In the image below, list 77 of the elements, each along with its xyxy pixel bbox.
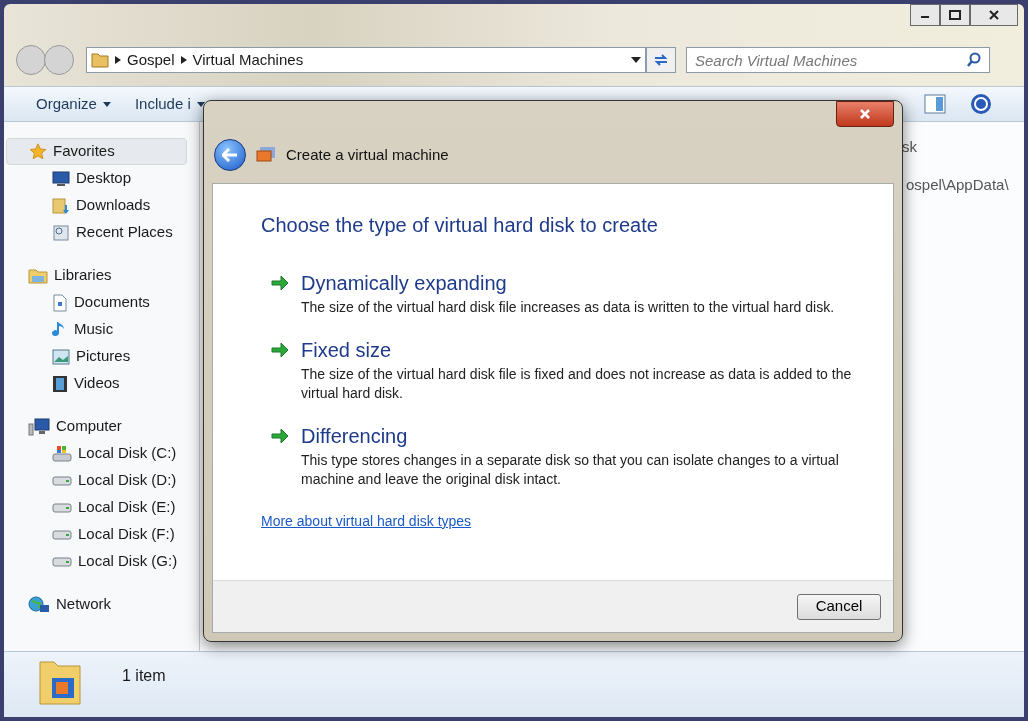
nav-item[interactable]: Recent Places — [16, 219, 187, 246]
nav-item[interactable]: Local Disk (D:) — [16, 467, 187, 494]
maximize-button[interactable] — [940, 4, 970, 26]
nav-item[interactable]: Documents — [16, 289, 187, 316]
globe-icon — [28, 595, 50, 614]
refresh-icon — [653, 53, 669, 67]
arrow-right-icon — [271, 342, 289, 358]
folder-icon — [28, 266, 48, 285]
caret-icon — [102, 101, 111, 107]
search-field[interactable]: Search Virtual Machines — [686, 47, 990, 73]
nav-group-item[interactable]: Computer — [6, 413, 187, 440]
toolbar-button[interactable]: Include i — [134, 92, 205, 116]
option-title: Fixed size — [301, 338, 393, 363]
nav-item[interactable]: Pictures — [16, 343, 187, 370]
drive-icon — [52, 501, 72, 514]
nav-item[interactable]: Local Disk (C:) — [16, 440, 187, 467]
picture-icon — [52, 348, 70, 365]
folder-icon — [38, 658, 82, 708]
preview-pane-icon — [924, 94, 946, 114]
address-bar[interactable]: Gospel Virtual Machines — [86, 47, 646, 73]
back-arrow-icon — [222, 148, 238, 162]
arrow-right-icon — [271, 275, 289, 291]
star-icon — [29, 142, 47, 161]
dropdown-icon — [631, 57, 641, 63]
drive-icon — [52, 555, 72, 568]
page-heading: Choose the type of virtual hard disk to create — [261, 213, 659, 238]
nav-item[interactable]: Local Disk (E:) — [16, 494, 187, 521]
file-path: ospel\AppData\ — [906, 175, 1009, 195]
nav-item[interactable]: Desktop — [16, 165, 187, 192]
toolbar-button[interactable]: Organize — [36, 92, 111, 116]
close-icon — [988, 9, 1000, 21]
breadcrumb[interactable]: Virtual Machines — [192, 48, 304, 72]
search-icon — [966, 52, 982, 68]
drive-icon — [52, 474, 72, 487]
nav-item[interactable]: Downloads — [16, 192, 187, 219]
chevron-right-icon — [180, 56, 187, 64]
option-link[interactable]: Differencing This type stores changes in a separate disk so that you can isolate changes to a virtual machine and leave the original disk intact. — [271, 421, 845, 489]
chevron-right-icon — [115, 56, 121, 64]
nav-item[interactable]: Music — [16, 316, 187, 343]
help-icon — [970, 93, 992, 115]
arrow-right-icon — [271, 428, 289, 444]
drive-icon — [52, 444, 72, 463]
caret-icon — [196, 101, 205, 107]
folder-icon — [91, 52, 109, 68]
option-description: The size of the virtual hard disk file increases as data is written to the virtual hard disk. — [301, 298, 836, 317]
computer-icon — [28, 417, 50, 436]
refresh-button[interactable] — [646, 47, 676, 73]
film-icon — [52, 374, 68, 393]
close-icon — [859, 108, 871, 120]
back-button[interactable] — [214, 139, 246, 171]
option-description: The size of the virtual hard disk file is fixed and does not increase as data is added to the virtual hard disk. — [301, 365, 853, 403]
nav-group-item[interactable]: Network — [6, 591, 187, 618]
help-link[interactable]: More about virtual hard disk types — [261, 511, 472, 532]
close-button[interactable] — [970, 4, 1018, 26]
drive-icon — [52, 528, 72, 541]
nav-group-item[interactable]: Favorites — [6, 138, 187, 165]
nav-item[interactable]: Videos — [16, 370, 187, 397]
item-count: 1 item — [122, 666, 166, 686]
option-title: Dynamically expanding — [301, 271, 508, 296]
cancel-button[interactable]: Cancel — [797, 593, 881, 620]
option-description: This type stores changes in a separate disk so that you can isolate changes to a virtual machine and leave the original disk intact. — [301, 451, 840, 489]
virtual-machine-icon — [256, 146, 276, 164]
close-button[interactable] — [836, 101, 894, 127]
minimize-button[interactable] — [910, 4, 940, 26]
nav-group-item[interactable]: Libraries — [6, 262, 187, 289]
maximize-icon — [949, 10, 961, 20]
document-icon — [52, 293, 68, 312]
nav-item[interactable]: Local Disk (G:) — [16, 548, 187, 575]
recent-places-icon — [52, 223, 70, 242]
folder-icon — [52, 196, 70, 215]
option-title: Differencing — [301, 424, 409, 449]
column-header: sk — [902, 137, 917, 157]
nav-item[interactable]: Local Disk (F:) — [16, 521, 187, 548]
breadcrumb[interactable]: Gospel — [127, 48, 175, 72]
dialog-title: Create a virtual machine — [286, 144, 449, 165]
option-link[interactable]: Dynamically expanding The size of the virtual hard disk file increases as data is written to the virtual hard disk. — [271, 268, 845, 317]
monitor-icon — [52, 170, 70, 187]
